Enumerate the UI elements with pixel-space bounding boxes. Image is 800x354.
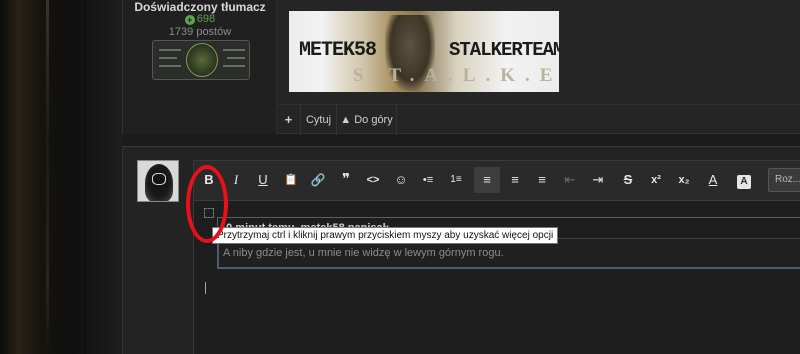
editor-toolbar: B I U 📋 🔗 ❞ <> ☺ •≡ 1≡ ≡ ≡ ≡ ⇤ ⇥ S x² x₂… — [194, 161, 800, 201]
mask-icon — [152, 173, 166, 185]
align-right-icon[interactable]: ≡ — [529, 167, 555, 193]
indent-icon[interactable]: ⇥ — [585, 167, 611, 193]
user-reputation: +698 — [123, 13, 277, 25]
subscript-button[interactable]: x₂ — [671, 167, 697, 193]
badge-line — [159, 65, 181, 67]
code-icon[interactable]: <> — [360, 167, 386, 193]
annotation-circle — [186, 165, 228, 243]
text-cursor — [205, 282, 206, 294]
user-rank: Doświadczony tłumacz — [134, 0, 266, 14]
outdent-icon[interactable]: ⇤ — [557, 167, 583, 193]
font-size-select[interactable]: Roz... — [768, 168, 800, 192]
frame-seam — [84, 0, 86, 354]
frame-seam — [46, 0, 49, 354]
quote-button[interactable]: Cytuj — [301, 105, 337, 135]
post-author-panel: Doświadczony tłumacz +698 1739 postów — [123, 0, 277, 134]
rich-text-editor[interactable]: B I U 📋 🔗 ❞ <> ☺ •≡ 1≡ ≡ ≡ ≡ ⇤ ⇥ S x² x₂… — [193, 160, 800, 354]
badge-line — [223, 49, 245, 51]
badge-line — [159, 49, 181, 51]
signature-bottom-text: S.T.A.L.K.E.R — [353, 65, 559, 86]
underline-button[interactable]: U — [250, 167, 276, 193]
paste-icon[interactable]: 📋 — [278, 167, 304, 193]
tooltip: Przytrzymaj ctrl i kliknij prawym przyci… — [212, 227, 559, 244]
background-color-button[interactable]: A — [731, 167, 757, 193]
back-to-top-button[interactable]: ▲ Do góry — [337, 105, 397, 135]
badge-line — [227, 57, 245, 59]
plus-circle-icon: + — [184, 15, 195, 25]
italic-button[interactable]: I — [223, 167, 249, 193]
background-color-label: A — [737, 175, 751, 189]
badge-line — [223, 65, 245, 67]
avatar — [137, 160, 179, 202]
user-post-count: 1739 postów — [168, 26, 232, 38]
reputation-count: 698 — [196, 13, 216, 25]
emoticon-icon[interactable]: ☺ — [388, 167, 414, 193]
bullet-list-icon[interactable]: •≡ — [415, 167, 441, 193]
reply-panel: B I U 📋 🔗 ❞ <> ☺ •≡ 1≡ ≡ ≡ ≡ ⇤ ⇥ S x² x₂… — [122, 146, 800, 354]
align-left-icon[interactable]: ≡ — [474, 167, 500, 193]
numbered-list-icon[interactable]: 1≡ — [443, 167, 469, 193]
text-color-button[interactable]: A — [700, 167, 726, 193]
badge-line — [159, 57, 177, 59]
signature-banner: METEK58 STALKERTEAM.PL S.T.A.L.K.E.R — [289, 11, 559, 92]
faction-emblem-icon — [186, 43, 218, 77]
post-content: METEK58 STALKERTEAM.PL S.T.A.L.K.E.R — [277, 0, 800, 104]
signature-right-text: STALKERTEAM.PL — [449, 39, 559, 61]
left-decorative-frame — [0, 0, 122, 354]
quote-icon[interactable]: ❞ — [333, 167, 359, 193]
strikethrough-button[interactable]: S — [615, 167, 641, 193]
user-badge — [152, 40, 250, 80]
align-center-icon[interactable]: ≡ — [502, 167, 528, 193]
previous-post: Doświadczony tłumacz +698 1739 postów ME… — [122, 0, 800, 135]
superscript-button[interactable]: x² — [643, 167, 669, 193]
multiquote-button[interactable]: + — [277, 105, 301, 135]
post-action-bar: + Cytuj ▲ Do góry — [277, 104, 800, 135]
link-icon[interactable]: 🔗 — [305, 167, 331, 193]
signature-left-text: METEK58 — [299, 39, 377, 62]
